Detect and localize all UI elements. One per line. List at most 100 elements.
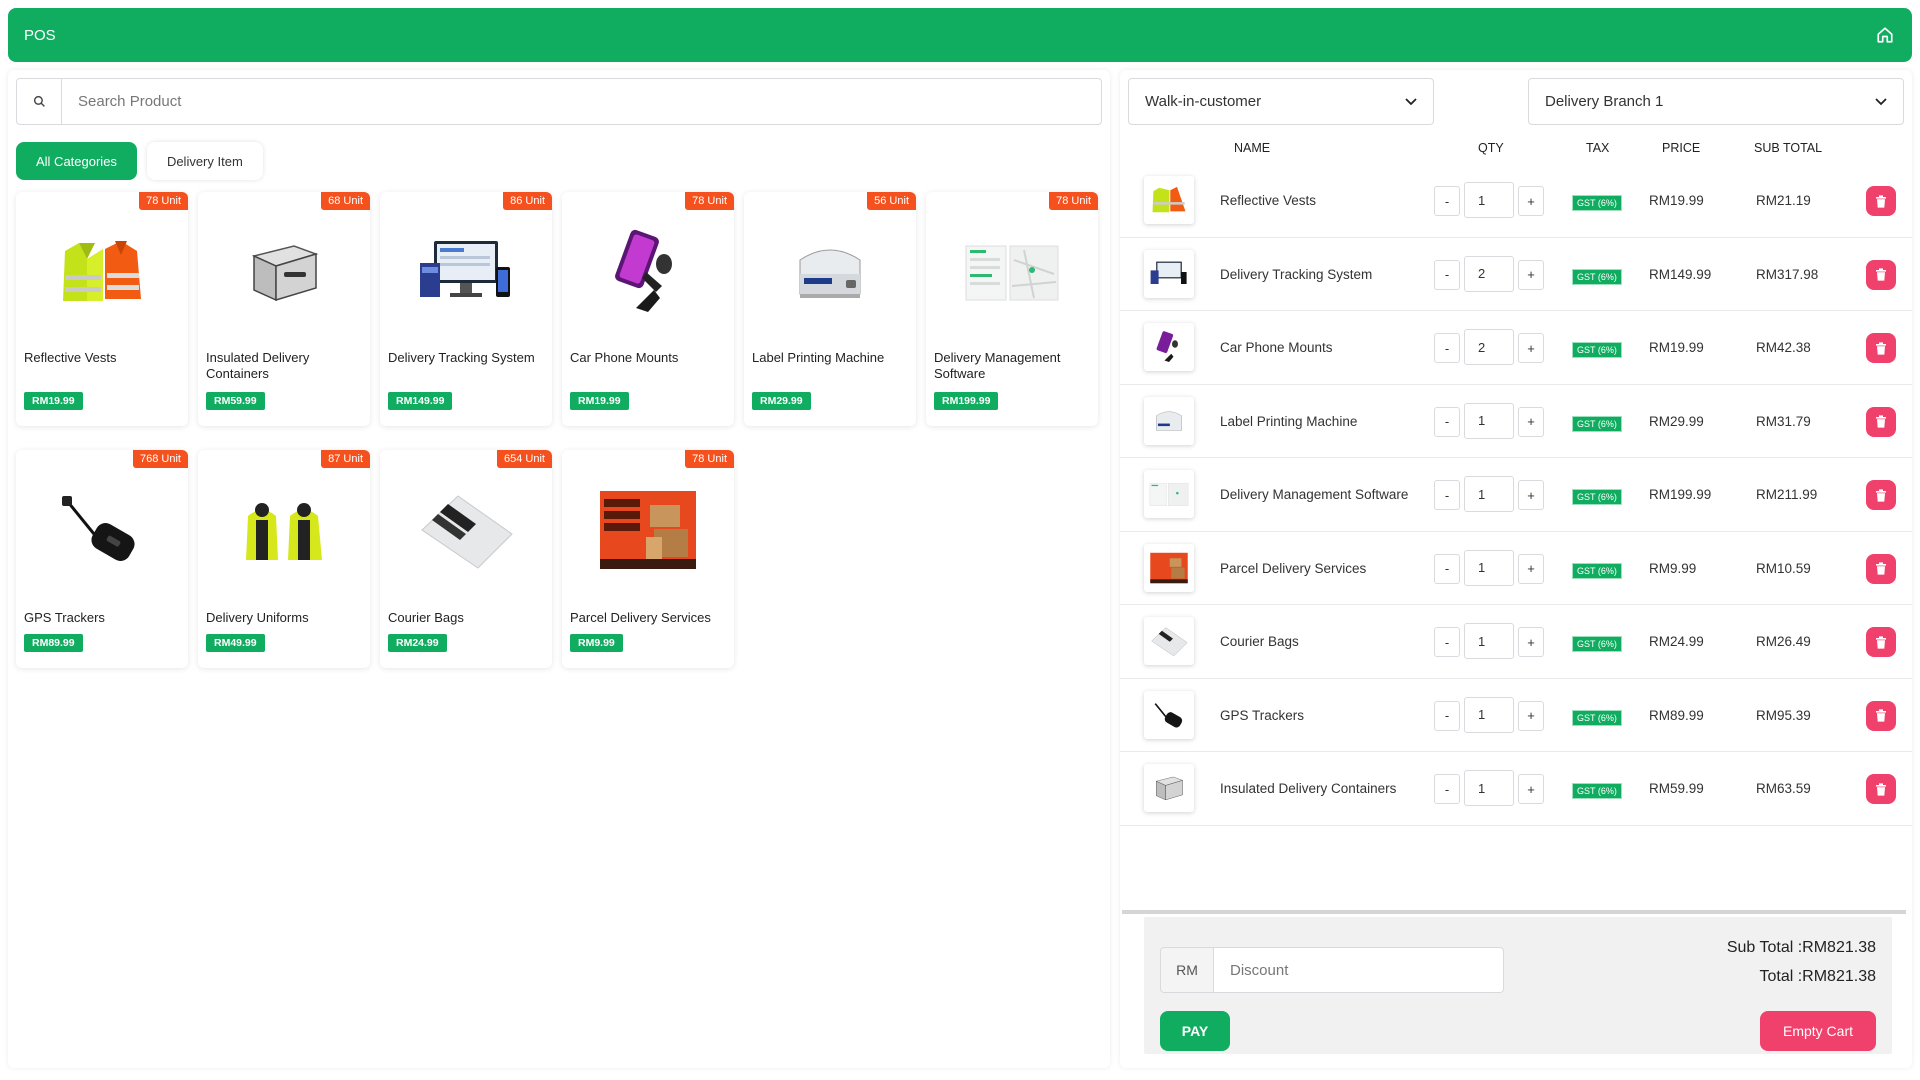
increase-qty-button[interactable]: + [1518,259,1544,290]
tax-badge: GST (6%) [1572,783,1622,799]
cart-row: Car Phone Mounts - + GST (6%) RM19.99 RM… [1120,311,1912,385]
search-icon[interactable] [17,79,62,124]
qty-input[interactable] [1464,329,1514,365]
trash-icon[interactable] [1866,186,1896,216]
parcel-services-thumbnail [1144,543,1194,592]
qty-input[interactable] [1464,696,1514,733]
cart-item-subtotal: RM21.19 [1756,193,1811,208]
management-software-thumbnail [1144,470,1194,518]
increase-qty-button[interactable]: + [1518,774,1544,804]
product-card[interactable]: 768 Unit GPS Trackers RM89.99 [16,450,188,668]
product-price: RM9.99 [570,634,623,652]
decrease-qty-button[interactable]: - [1434,627,1460,657]
trash-icon[interactable] [1866,700,1896,731]
increase-qty-button[interactable]: + [1518,480,1544,510]
trash-icon[interactable] [1866,627,1896,657]
cart-item-price: RM199.99 [1649,487,1712,502]
col-qty: QTY [1478,141,1504,155]
home-icon[interactable] [1874,24,1896,46]
category-delivery-item[interactable]: Delivery Item [146,142,263,180]
branch-select[interactable]: Delivery Branch 1 [1528,78,1904,125]
stock-badge: 56 Unit [867,192,916,210]
decrease-qty-button[interactable]: - [1434,259,1460,290]
trash-icon[interactable] [1866,774,1896,804]
decrease-qty-button[interactable]: - [1434,333,1460,363]
product-card[interactable]: 654 Unit Courier Bags RM24.99 [380,450,552,668]
tax-badge: GST (6%) [1572,415,1622,432]
product-price: RM29.99 [752,392,811,410]
trash-icon[interactable] [1866,553,1896,584]
decrease-qty-button[interactable]: - [1434,480,1460,510]
customer-select[interactable]: Walk-in-customer [1128,78,1434,125]
category-all[interactable]: All Categories [16,142,137,180]
insulated-container-image [234,228,334,316]
cart-item-price: RM149.99 [1649,266,1712,282]
tax-badge: GST (6%) [1572,342,1622,358]
cart-item-subtotal: RM10.59 [1756,560,1811,576]
decrease-qty-button[interactable]: - [1434,774,1460,804]
product-card[interactable]: 87 Unit Delivery Uniforms RM49.99 [198,450,370,668]
decrease-qty-button[interactable]: - [1434,553,1460,584]
branch-select-value: Delivery Branch 1 [1545,93,1664,110]
product-name: Delivery Uniforms [206,610,309,625]
decrease-qty-button[interactable]: - [1434,186,1460,216]
cart-row: Parcel Delivery Services - + GST (6%) RM… [1120,532,1912,605]
increase-qty-button[interactable]: + [1518,406,1544,437]
decrease-qty-button[interactable]: - [1434,406,1460,437]
col-price: PRICE [1662,141,1701,155]
cart-item-name: Car Phone Mounts [1220,340,1333,355]
cart-item-subtotal: RM317.98 [1756,266,1819,282]
cart-item-name: Reflective Vests [1220,193,1317,208]
stock-badge: 87 Unit [321,450,370,468]
empty-cart-button[interactable]: Empty Cart [1760,1011,1876,1051]
cart-row: Insulated Delivery Containers - + GST (6… [1120,752,1912,826]
increase-qty-button[interactable]: + [1518,186,1544,216]
increase-qty-button[interactable]: + [1518,333,1544,363]
decrease-qty-button[interactable]: - [1434,700,1460,731]
qty-input[interactable] [1464,402,1514,439]
trash-icon[interactable] [1866,259,1896,290]
reflective-vests-image [52,228,152,316]
cart-item-name: Insulated Delivery Containers [1220,781,1397,796]
product-card[interactable]: 86 Unit Delivery Tracking System RM149.9… [380,192,552,426]
increase-qty-button[interactable]: + [1518,553,1544,584]
product-card[interactable]: 78 Unit Car Phone Mounts RM19.99 [562,192,734,426]
qty-input[interactable] [1464,255,1514,292]
qty-input[interactable] [1464,182,1514,218]
trash-icon[interactable] [1866,406,1896,437]
cart-row: Courier Bags - + GST (6%) RM24.99 RM26.4… [1120,605,1912,679]
col-subtotal: SUB TOTAL [1754,141,1823,155]
product-card[interactable]: 78 Unit Reflective Vests RM19.99 [16,192,188,426]
search-input[interactable] [62,79,1101,124]
gps-tracker-image [52,486,152,574]
discount-input[interactable] [1214,947,1504,993]
pay-button[interactable]: PAY [1160,1011,1230,1051]
qty-input[interactable] [1464,476,1514,512]
product-grid: 78 Unit Reflective Vests RM19.99 68 Unit [16,192,1098,668]
qty-input[interactable] [1464,623,1514,659]
product-card[interactable]: 56 Unit Label Printing Machine RM29.99 [744,192,916,426]
product-price: RM199.99 [934,392,999,410]
trash-icon[interactable] [1866,333,1896,363]
qty-input[interactable] [1464,549,1514,586]
cart-panel: Walk-in-customer Delivery Branch 1 NAME … [1120,70,1912,1068]
label-printer-image [780,228,880,316]
product-name: Car Phone Mounts [570,350,679,365]
cart-item-subtotal: RM95.39 [1756,707,1811,723]
tracking-system-image [416,228,516,316]
product-card[interactable]: 68 Unit Insulated Delivery Containers RM… [198,192,370,426]
product-card[interactable]: 78 Unit Delivery Management Software RM1… [926,192,1098,426]
cart-item-name: Parcel Delivery Services [1220,560,1367,576]
tracking-system-thumbnail [1144,249,1194,298]
tax-badge: GST (6%) [1572,709,1622,726]
cart-item-price: RM59.99 [1649,781,1704,796]
product-price: RM49.99 [206,634,265,652]
reflective-vests-thumbnail [1144,176,1194,224]
trash-icon[interactable] [1866,480,1896,510]
product-card[interactable]: 78 Unit Parcel Delivery Services RM9.99 [562,450,734,668]
increase-qty-button[interactable]: + [1518,700,1544,731]
qty-input[interactable] [1464,770,1514,806]
product-price: RM19.99 [570,392,629,410]
increase-qty-button[interactable]: + [1518,627,1544,657]
product-name: Delivery Management Software [934,350,1061,381]
